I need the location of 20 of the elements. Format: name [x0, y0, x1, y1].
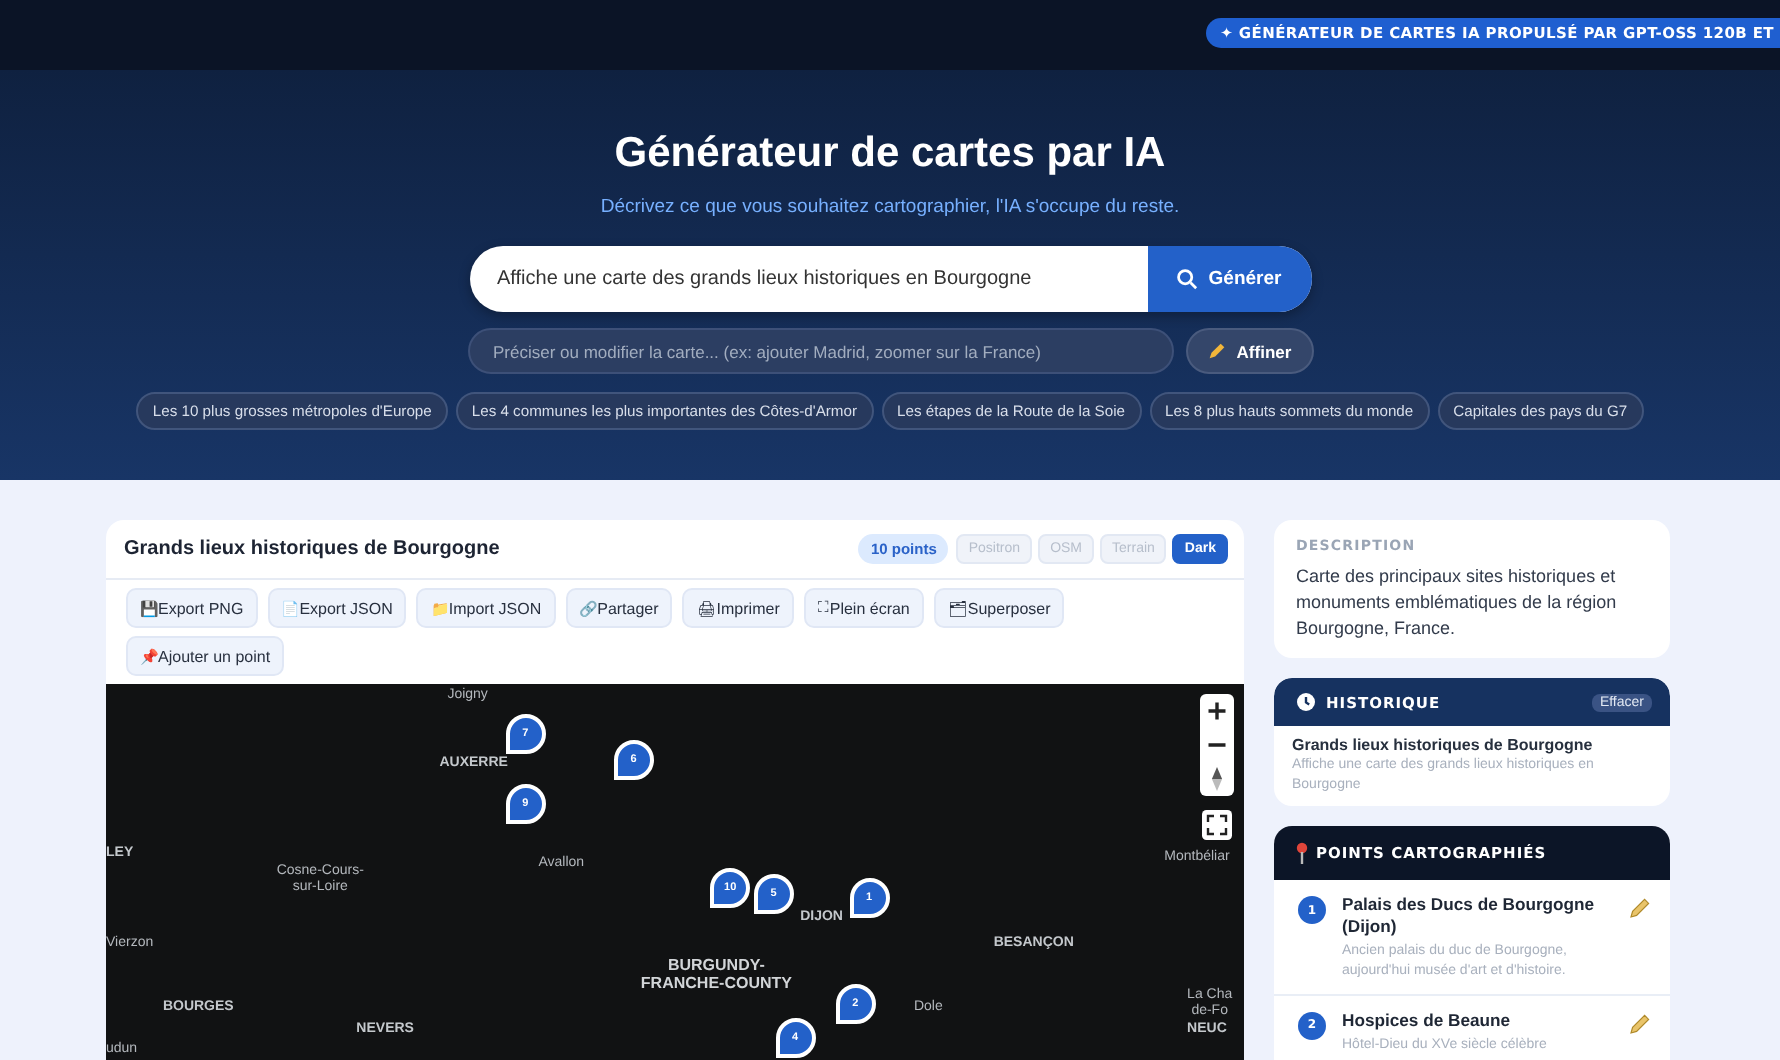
zoom-control[interactable]: [1200, 694, 1234, 796]
page-title: Générateur de cartes par IA: [614, 130, 1166, 178]
map-title: Grands lieux historiques de Bourgogne: [124, 538, 502, 560]
refine-field[interactable]: Préciser ou modifier la carte... (ex: ajouter Madrid, zoomer sur la France): [467, 328, 1173, 374]
history-item-title: Grands lieux historiques de Bourgogne: [1292, 736, 1595, 755]
description-text: Carte des principaux sites historiques et monuments emblématiques de la région Bourgogne, France.: [1296, 564, 1619, 643]
point-name: Palais des Ducs de Bourgogne (Dijon): [1342, 894, 1597, 939]
search-field[interactable]: Affiche une carte des grands lieux historiques en Bourgogne Générer: [469, 246, 1311, 312]
fullscreen-icon[interactable]: [1202, 810, 1232, 840]
clock-icon: [1296, 692, 1316, 713]
page-subtitle: Décrivez ce que vous souhaitez cartographier, l'IA s'occupe du reste.: [600, 196, 1180, 218]
pin-icon: [1296, 842, 1308, 865]
refine-button[interactable]: Affiner: [1185, 328, 1313, 374]
pencil-icon[interactable]: [1628, 896, 1652, 921]
search-icon: [1176, 268, 1199, 290]
pencil-icon[interactable]: [1628, 1011, 1652, 1036]
place-label: BURGUNDY- FRANCHE-COUNTY: [640, 958, 792, 994]
point-name: Hospices de Beaune: [1342, 1009, 1513, 1033]
pencil-icon: [1206, 340, 1229, 362]
generate-button[interactable]: Générer: [1147, 246, 1311, 312]
